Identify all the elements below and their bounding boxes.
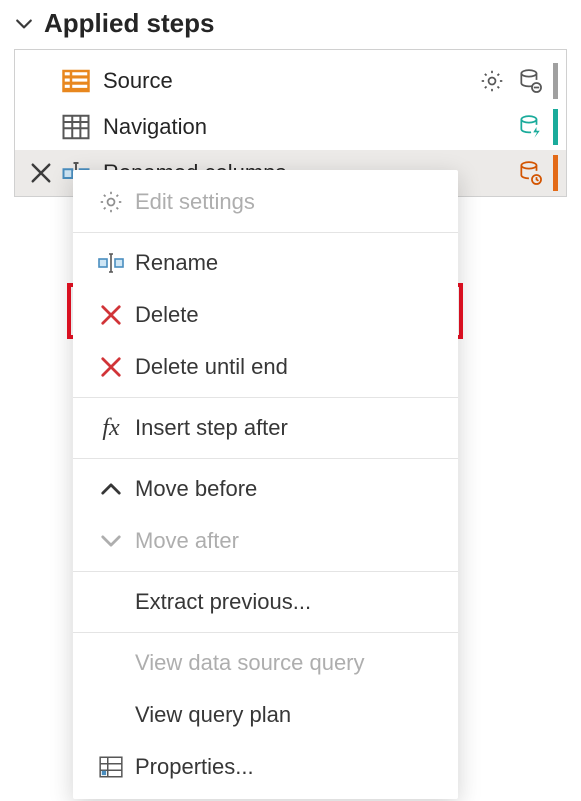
database-lightning-icon[interactable]	[515, 112, 545, 142]
ctx-label: Extract previous...	[135, 589, 311, 615]
chevron-down-icon	[91, 530, 131, 552]
ctx-view-query-plan[interactable]: View query plan	[73, 689, 458, 741]
separator	[73, 632, 458, 633]
panel-title: Applied steps	[44, 8, 214, 39]
fx-icon: fx	[91, 415, 131, 442]
ctx-label: Move before	[135, 476, 257, 502]
ctx-move-after: Move after	[73, 515, 458, 567]
step-status-bar	[553, 63, 558, 99]
ctx-extract-previous[interactable]: Extract previous...	[73, 576, 458, 628]
database-minus-icon[interactable]	[515, 66, 545, 96]
ctx-label: Move after	[135, 528, 239, 554]
close-icon	[91, 304, 131, 326]
ctx-view-data-source-query: View data source query	[73, 637, 458, 689]
ctx-label: Insert step after	[135, 415, 288, 441]
chevron-up-icon	[91, 478, 131, 500]
ctx-label: Properties...	[135, 754, 254, 780]
close-icon	[91, 356, 131, 378]
gear-icon[interactable]	[477, 66, 507, 96]
gear-icon	[91, 189, 131, 215]
ctx-label: Edit settings	[135, 189, 255, 215]
ctx-insert-step-after[interactable]: fx Insert step after	[73, 402, 458, 454]
step-status-bar	[553, 155, 558, 191]
ctx-delete[interactable]: Delete	[73, 289, 458, 341]
ctx-label: View query plan	[135, 702, 291, 728]
ctx-rename[interactable]: Rename	[73, 237, 458, 289]
navigation-table-icon	[59, 110, 93, 144]
chevron-down-icon	[14, 14, 34, 34]
delete-step-icon[interactable]	[23, 162, 59, 184]
ctx-label: Delete	[135, 302, 199, 328]
separator	[73, 571, 458, 572]
rename-icon	[91, 251, 131, 275]
ctx-edit-settings: Edit settings	[73, 176, 458, 228]
properties-icon	[91, 754, 131, 780]
ctx-label: Rename	[135, 250, 218, 276]
ctx-label: Delete until end	[135, 354, 288, 380]
step-row-navigation[interactable]: Navigation	[15, 104, 566, 150]
source-table-icon	[59, 64, 93, 98]
separator	[73, 232, 458, 233]
ctx-label: View data source query	[135, 650, 365, 676]
database-clock-icon[interactable]	[515, 158, 545, 188]
step-label: Source	[103, 68, 477, 94]
step-status-bar	[553, 109, 558, 145]
step-row-source[interactable]: Source	[15, 58, 566, 104]
separator	[73, 397, 458, 398]
context-menu: Edit settings Rename Delete Delete until…	[73, 170, 458, 799]
ctx-properties[interactable]: Properties...	[73, 741, 458, 793]
ctx-delete-until-end[interactable]: Delete until end	[73, 341, 458, 393]
step-label: Navigation	[103, 114, 515, 140]
separator	[73, 458, 458, 459]
ctx-move-before[interactable]: Move before	[73, 463, 458, 515]
applied-steps-header[interactable]: Applied steps	[0, 0, 581, 49]
